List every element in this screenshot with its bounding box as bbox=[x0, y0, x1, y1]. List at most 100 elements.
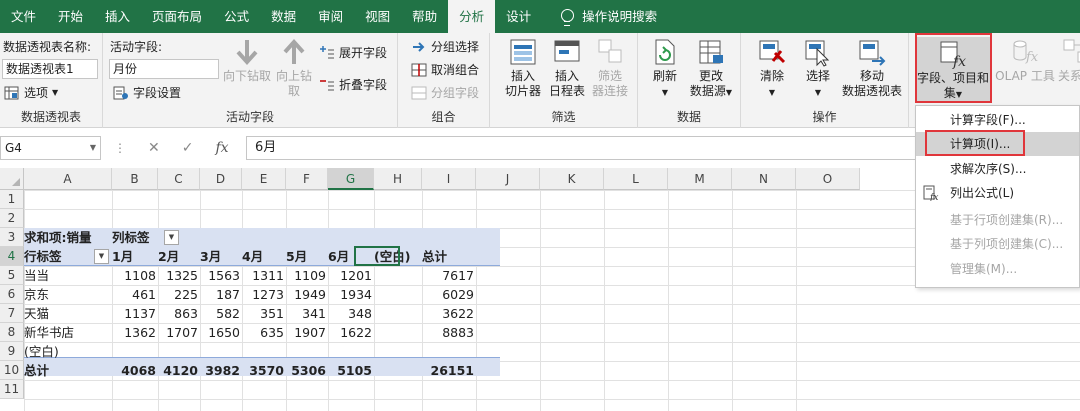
column-header-b[interactable]: B bbox=[112, 168, 158, 190]
olap-tools-button[interactable]: fx OLAP 工具 bbox=[994, 37, 1056, 84]
pivot-value-cell bbox=[374, 266, 422, 285]
pivot-month-header: 1月 bbox=[112, 249, 134, 264]
row-header-7[interactable]: 7 bbox=[0, 304, 24, 323]
tab-home[interactable]: 开始 bbox=[47, 0, 94, 33]
refresh-button[interactable]: 刷新 ▼ bbox=[646, 37, 684, 100]
chevron-down-icon: ▼ bbox=[725, 88, 733, 97]
cancel-x-icon[interactable]: ✕ bbox=[148, 140, 160, 156]
row-header-2[interactable]: 2 bbox=[0, 209, 24, 228]
pivot-value-cell: 1650 bbox=[208, 325, 240, 340]
confirm-check-icon[interactable]: ✓ bbox=[182, 140, 194, 156]
menu-item-label: 基于列项创建集(C)... bbox=[950, 237, 1064, 251]
collapse-field-button[interactable]: 折叠字段 bbox=[319, 76, 387, 93]
pivot-value-cell: 341 bbox=[302, 306, 326, 321]
relationships-label: 关系 bbox=[1058, 69, 1080, 83]
pivot-month-header: 3月 bbox=[200, 249, 222, 264]
pivot-sum-label: 求和项:销量 bbox=[24, 230, 92, 245]
tab-formulas[interactable]: 公式 bbox=[213, 0, 260, 33]
pivot-value-cell: 3622 bbox=[442, 306, 474, 321]
options-button[interactable]: 选项 ▼ bbox=[4, 84, 58, 101]
menu-item-solve-order[interactable]: 求解次序(S)... bbox=[916, 157, 1079, 181]
expand-field-button[interactable]: 展开字段 bbox=[319, 44, 387, 61]
tab-help[interactable]: 帮助 bbox=[401, 0, 448, 33]
column-header-n[interactable]: N bbox=[732, 168, 796, 190]
pivot-month-header: 总计 bbox=[422, 249, 448, 264]
change-data-source-button[interactable]: 更改 数据源▼ bbox=[686, 37, 736, 100]
row-header-11[interactable]: 11 bbox=[0, 380, 24, 399]
pivot-value-cell: 1201 bbox=[340, 268, 372, 283]
ungroup-button[interactable]: 取消组合 bbox=[411, 61, 479, 78]
column-header-i[interactable]: I bbox=[422, 168, 476, 190]
highlight-box-fields-items-sets bbox=[915, 33, 992, 103]
column-header-d[interactable]: D bbox=[200, 168, 242, 190]
menu-item-manage-sets[interactable]: 管理集(M)... bbox=[916, 257, 1079, 281]
relationships-icon bbox=[1062, 37, 1080, 67]
select-all-corner[interactable] bbox=[0, 168, 24, 190]
pivot-row-label-cell: 新华书店 bbox=[24, 325, 75, 340]
column-header-f[interactable]: F bbox=[286, 168, 328, 190]
column-header-o[interactable]: O bbox=[796, 168, 860, 190]
field-settings-button[interactable]: 字段设置 bbox=[113, 84, 181, 101]
column-label-filter-button[interactable]: ▼ bbox=[164, 230, 179, 245]
column-header-l[interactable]: L bbox=[604, 168, 668, 190]
filter-connections-button[interactable]: 筛选 器连接 bbox=[588, 37, 632, 99]
row-header-8[interactable]: 8 bbox=[0, 323, 24, 342]
tab-design[interactable]: 设计 bbox=[495, 0, 542, 33]
relationships-button[interactable]: 关系 bbox=[1058, 37, 1080, 84]
row-header-5[interactable]: 5 bbox=[0, 266, 24, 285]
chevron-down-icon[interactable]: ▼ bbox=[90, 137, 96, 159]
pivot-value-cell: 635 bbox=[260, 325, 284, 340]
tab-analyze[interactable]: 分析 bbox=[448, 0, 496, 33]
tab-review[interactable]: 审阅 bbox=[307, 0, 354, 33]
row-label-filter-button[interactable]: ▼ bbox=[94, 249, 109, 264]
row-header-4[interactable]: 4 bbox=[0, 247, 24, 266]
tab-page-layout[interactable]: 页面布局 bbox=[141, 0, 213, 33]
menu-item-label: 管理集(M)... bbox=[950, 262, 1018, 276]
menu-item-create-set-rows[interactable]: 基于行项创建集(R)... bbox=[916, 208, 1079, 232]
move-pivottable-label-2: 数据透视表 bbox=[841, 84, 902, 98]
pivot-month-header: 5月 bbox=[286, 249, 308, 264]
pivot-name-input[interactable]: 数据透视表1 bbox=[2, 59, 98, 79]
name-box[interactable]: G4 ▼ bbox=[0, 136, 101, 160]
group-field-button[interactable]: 分组字段 bbox=[411, 84, 479, 101]
column-header-h[interactable]: H bbox=[374, 168, 422, 190]
column-header-j[interactable]: J bbox=[476, 168, 540, 190]
column-header-m[interactable]: M bbox=[668, 168, 732, 190]
column-header-k[interactable]: K bbox=[540, 168, 604, 190]
grid-line bbox=[604, 190, 605, 411]
pivot-month-header: 2月 bbox=[158, 249, 180, 264]
group-selection-button[interactable]: 分组选择 bbox=[411, 38, 479, 55]
column-header-e[interactable]: E bbox=[242, 168, 286, 190]
move-pivottable-button[interactable]: 移动 数据透视表 bbox=[837, 37, 907, 99]
column-header-g[interactable]: G bbox=[328, 168, 374, 190]
pivot-value-cell bbox=[374, 304, 422, 323]
select-button[interactable]: 选择 ▼ bbox=[795, 37, 841, 100]
column-header-a[interactable]: A bbox=[24, 168, 112, 190]
tab-data[interactable]: 数据 bbox=[260, 0, 307, 33]
active-cell-g4[interactable] bbox=[354, 246, 400, 266]
arrow-up-icon bbox=[279, 37, 309, 67]
drill-up-button[interactable]: 向上钻 取 bbox=[273, 37, 315, 99]
active-field-input[interactable]: 月份 bbox=[109, 59, 219, 79]
tab-file[interactable]: 文件 bbox=[0, 0, 47, 33]
tell-me-search[interactable]: 操作说明搜索 bbox=[542, 0, 657, 33]
chevron-down-icon: ▼ bbox=[661, 88, 669, 97]
row-header-6[interactable]: 6 bbox=[0, 285, 24, 304]
clear-button[interactable]: 清除 ▼ bbox=[749, 37, 795, 100]
tab-insert[interactable]: 插入 bbox=[94, 0, 141, 33]
column-header-c[interactable]: C bbox=[158, 168, 200, 190]
drill-down-button[interactable]: 向下钻取 bbox=[221, 37, 273, 84]
tab-view[interactable]: 视图 bbox=[354, 0, 401, 33]
row-header-1[interactable]: 1 bbox=[0, 190, 24, 209]
pivot-row-label-cell: 天猫 bbox=[24, 306, 50, 321]
insert-function-icon[interactable]: fx bbox=[215, 140, 228, 156]
menu-item-list-formulas[interactable]: fx 列出公式(L) bbox=[916, 181, 1079, 205]
insert-slicer-button[interactable]: 插入 切片器 bbox=[502, 37, 544, 99]
insert-timeline-button[interactable]: 插入 日程表 bbox=[546, 37, 588, 99]
menu-item-create-set-columns[interactable]: 基于列项创建集(C)... bbox=[916, 232, 1079, 256]
menu-item-calculated-field[interactable]: 计算字段(F)... bbox=[916, 108, 1079, 132]
row-header-10[interactable]: 10 bbox=[0, 361, 24, 380]
row-header-3[interactable]: 3 bbox=[0, 228, 24, 247]
row-header-9[interactable]: 9 bbox=[0, 342, 24, 361]
pivot-value-cell: 1137 bbox=[124, 306, 156, 321]
